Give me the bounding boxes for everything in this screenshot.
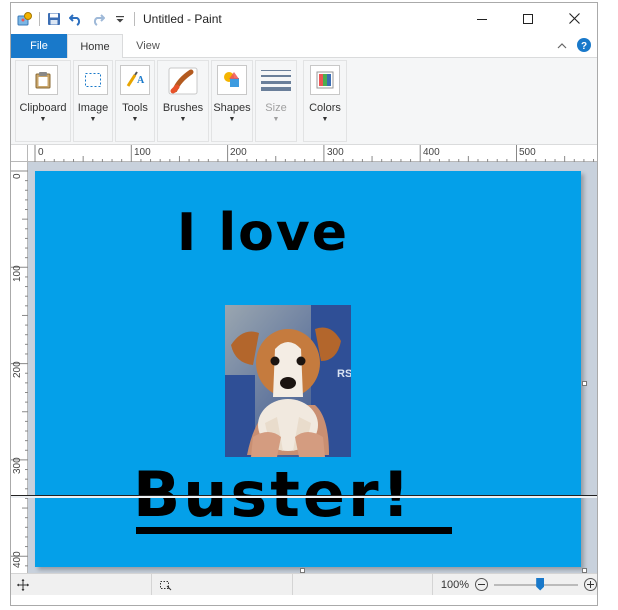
- selection-size-icon: [159, 580, 172, 590]
- image-group[interactable]: Image ▼: [73, 60, 113, 142]
- horizontal-ruler: 0 100 200 300 400 500: [28, 145, 597, 162]
- window-title: Untitled - Paint: [143, 11, 222, 26]
- hruler-label: 100: [134, 147, 151, 158]
- maximize-icon: [523, 13, 533, 24]
- clipboard-dropdown-arrow: ▼: [39, 116, 47, 123]
- title-bar: Untitled - Paint: [11, 3, 597, 34]
- zoom-out-button[interactable]: [475, 578, 488, 591]
- brushes-group[interactable]: Brushes ▼: [157, 60, 209, 142]
- selection-size-segment: [152, 574, 293, 595]
- tools-icon: A: [120, 65, 150, 95]
- brush-icon: [166, 65, 200, 97]
- size-label: Size: [265, 102, 287, 114]
- clipboard-label: Clipboard: [19, 102, 67, 114]
- help-icon[interactable]: ?: [577, 38, 591, 55]
- tab-file[interactable]: File: [11, 34, 67, 58]
- clipboard-group[interactable]: Clipboard ▼: [15, 60, 71, 142]
- maximize-button[interactable]: [505, 3, 551, 34]
- hruler-label: 300: [327, 147, 344, 158]
- ruler-corner: [11, 145, 28, 162]
- zoom-slider-thumb[interactable]: [536, 577, 545, 591]
- size-group: Size ▼: [255, 60, 297, 142]
- resize-handle-right[interactable]: [582, 381, 587, 386]
- redo-icon[interactable]: [90, 11, 106, 27]
- puppy-photo: RS: [225, 305, 351, 457]
- tab-home[interactable]: Home: [67, 34, 123, 59]
- vruler-label: 200: [12, 361, 23, 378]
- select-icon: [78, 65, 108, 95]
- close-icon: [568, 13, 580, 24]
- svg-text:A: A: [137, 75, 145, 86]
- image-dropdown-arrow: ▼: [89, 116, 97, 123]
- vruler-label: 0: [12, 173, 23, 179]
- tab-view[interactable]: View: [123, 34, 173, 58]
- customize-qat-icon[interactable]: [112, 11, 128, 27]
- minus-icon: [478, 584, 485, 585]
- hruler-label: 500: [519, 147, 536, 158]
- image-size-segment: [293, 574, 433, 595]
- cursor-position-segment: [11, 574, 152, 595]
- canvas-text-i-love: I love: [35, 203, 581, 263]
- close-button[interactable]: [551, 3, 597, 34]
- save-icon[interactable]: [46, 11, 62, 27]
- paint-app-icon[interactable]: [17, 11, 33, 27]
- brushes-label: Brushes: [162, 102, 204, 114]
- tools-group[interactable]: A Tools ▼: [115, 60, 155, 142]
- size-lines-icon: [261, 65, 291, 95]
- hruler-label: 200: [230, 147, 247, 158]
- size-dropdown-arrow: ▼: [272, 116, 280, 123]
- tools-dropdown-arrow: ▼: [131, 116, 139, 123]
- paint-window: Untitled - Paint File Home View ? Clipbo…: [10, 2, 598, 606]
- tools-label: Tools: [122, 102, 148, 114]
- zoom-in-button[interactable]: [584, 578, 597, 591]
- window-controls: [459, 3, 597, 34]
- brushes-dropdown-arrow: ▼: [179, 116, 187, 123]
- horizontal-ruler-ticks: [34, 145, 595, 162]
- shapes-label: Shapes: [213, 102, 251, 114]
- drawing-canvas[interactable]: I love RS Buster!: [35, 171, 581, 567]
- collapse-ribbon-icon[interactable]: [557, 41, 567, 53]
- zoom-level-text: 100%: [440, 578, 469, 591]
- shapes-icon: [217, 65, 247, 95]
- image-label: Image: [77, 102, 109, 114]
- plus-icon: [587, 581, 594, 588]
- svg-text:RS: RS: [337, 368, 351, 380]
- zoom-controls: 100%: [440, 577, 597, 591]
- ribbon-right-controls: ?: [557, 38, 591, 55]
- shapes-group[interactable]: Shapes ▼: [211, 60, 253, 142]
- hruler-label: 0: [38, 147, 44, 158]
- clipboard-icon: [28, 65, 58, 95]
- ribbon-tabs: File Home View ?: [11, 34, 597, 59]
- canvas-underline: [136, 527, 452, 534]
- colors-dropdown-arrow: ▼: [321, 116, 329, 123]
- minimize-button[interactable]: [459, 3, 505, 34]
- vertical-ruler: 0 100 200 300 400: [11, 162, 28, 573]
- vruler-label: 300: [12, 457, 23, 474]
- canvas-area[interactable]: 0 100 200 300 400 500 0 100 200 300 400 …: [11, 145, 597, 573]
- colors-label: Colors: [309, 102, 341, 114]
- svg-text:?: ?: [581, 41, 587, 52]
- vruler-label: 100: [12, 265, 23, 282]
- minimize-icon: [477, 18, 487, 20]
- ribbon: Clipboard ▼ Image ▼ A Tools ▼ Brushes ▼: [11, 58, 597, 145]
- palette-icon: [310, 65, 340, 95]
- quick-access-toolbar: [11, 3, 141, 34]
- canvas-text-line1: I love: [176, 203, 350, 263]
- shapes-dropdown-arrow: ▼: [228, 116, 236, 123]
- status-bar: 100%: [11, 573, 597, 595]
- cursor-position-icon: [17, 578, 29, 591]
- colors-group[interactable]: Colors ▼: [303, 60, 347, 142]
- render-glitch-band: [11, 496, 597, 498]
- vruler-label: 400: [12, 551, 23, 568]
- hruler-label: 400: [423, 147, 440, 158]
- zoom-slider[interactable]: [494, 577, 578, 591]
- undo-icon[interactable]: [68, 11, 84, 27]
